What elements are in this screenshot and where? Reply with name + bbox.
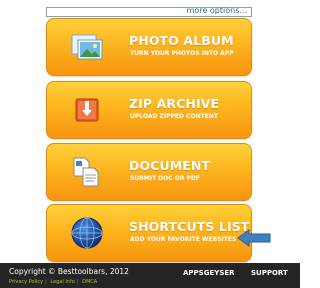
document-icon [73,157,99,187]
support-link[interactable]: SUPPORT [251,269,288,277]
footer: Copyright © Besttoolbars, 2012 Privacy P… [0,263,300,288]
globe-icon [71,217,103,249]
link-separator: | [76,279,79,285]
privacy-policy-link[interactable]: Privacy Policy [9,279,43,285]
zip-archive-icon [75,98,99,122]
zip-archive-card[interactable]: ZIP ARCHIVE UPLOAD ZIPPED CONTENT [46,81,252,139]
card-subtitle: UPLOAD ZIPPED CONTENT [130,113,218,120]
appsgeyser-link[interactable]: APPSGEYSER [183,269,235,277]
shortcuts-list-card[interactable]: SHORTCUTS LIST ADD YOUR FAVORITE WEBSITE… [46,204,252,262]
link-separator: | [45,279,47,285]
more-options-link[interactable]: more options... [187,6,247,15]
card-title: ZIP ARCHIVE [129,96,220,111]
document-card[interactable]: DOCUMENT SUBMIT DOC OR PDF [46,143,252,201]
card-title: SHORTCUTS LIST [129,219,250,234]
more-options-bar: more options... [46,6,252,17]
dmca-link[interactable]: DMCA [82,279,97,285]
arrow-left-icon [237,229,271,247]
copyright-text: Copyright © Besttoolbars, 2012 [9,267,129,276]
card-subtitle: TURN YOUR PHOTOS INTO APP [130,50,234,57]
card-subtitle: ADD YOUR FAVORITE WEBSITES [130,236,237,243]
legal-info-link[interactable]: Legal Info [50,279,74,285]
photo-album-icon [71,34,103,60]
card-title: PHOTO ALBUM [129,33,234,48]
photo-album-card[interactable]: PHOTO ALBUM TURN YOUR PHOTOS INTO APP [46,18,252,76]
card-title: DOCUMENT [129,158,211,173]
card-subtitle: SUBMIT DOC OR PDF [130,175,201,182]
footer-links: Privacy Policy | Legal Info | DMCA [9,279,99,285]
